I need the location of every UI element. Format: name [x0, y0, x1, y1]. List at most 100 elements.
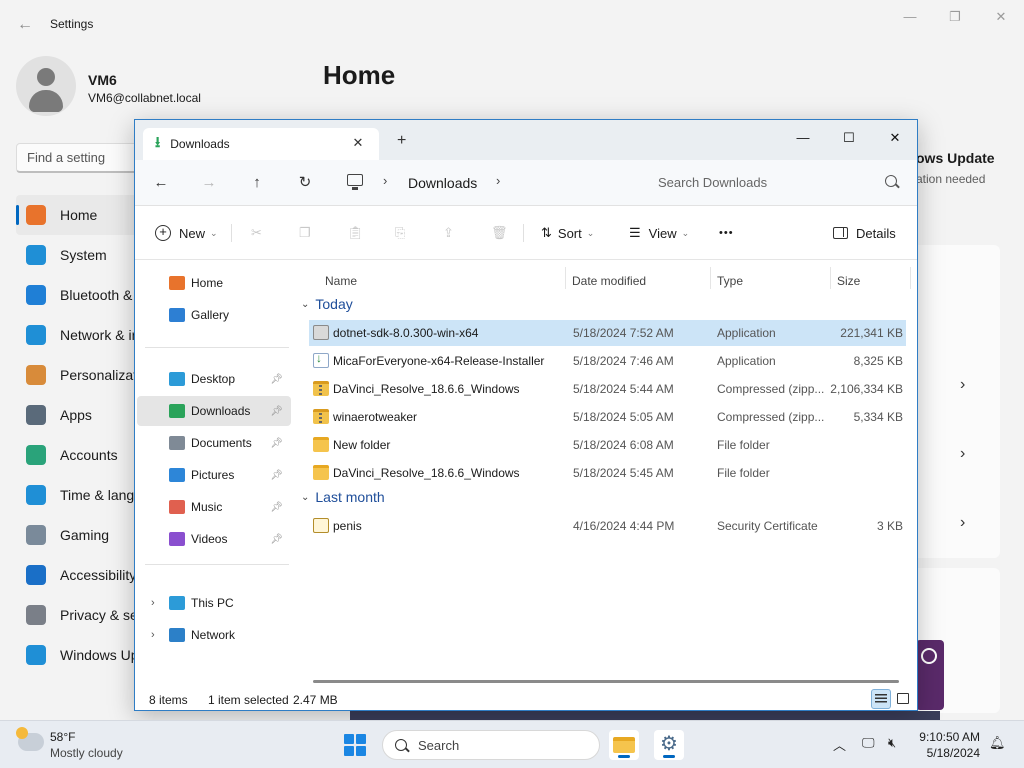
settings-nav-item[interactable]: Time & language: [16, 475, 146, 515]
column-header-date[interactable]: Date modified: [572, 274, 646, 288]
new-button[interactable]: + New ⌄: [155, 222, 218, 244]
wallpaper-thumbnail[interactable]: [916, 640, 944, 710]
column-header-type[interactable]: Type: [717, 274, 743, 288]
volume-muted-icon[interactable]: 🔇︎: [888, 735, 896, 751]
sidebar-item[interactable]: Pictures 📌︎: [137, 460, 291, 490]
share-icon[interactable]: ⇪: [443, 222, 454, 244]
settings-taskbar-button[interactable]: ⚙: [654, 730, 684, 760]
clock-date[interactable]: 5/18/2024: [918, 746, 980, 760]
group-header[interactable]: ⌄ Last month: [301, 489, 385, 505]
sidebar-item[interactable]: Documents 📌︎: [137, 428, 291, 458]
settings-nav-item[interactable]: Accessibility: [16, 555, 146, 595]
settings-nav-item[interactable]: Bluetooth & devices: [16, 275, 146, 315]
breadcrumb-chevron-icon[interactable]: ›: [496, 173, 500, 188]
copy-icon[interactable]: ❐: [299, 222, 311, 244]
file-row[interactable]: penis 4/16/2024 4:44 PM Security Certifica…: [309, 513, 906, 539]
refresh-icon[interactable]: ↻: [293, 172, 317, 194]
settings-search-input[interactable]: Find a setting: [16, 143, 146, 173]
back-arrow-icon[interactable]: ←: [14, 14, 36, 36]
file-row[interactable]: MicaForEveryone-x64-Release-Installer 5/1…: [309, 348, 906, 374]
tiles-view-icon[interactable]: [893, 689, 913, 709]
new-tab-button[interactable]: +: [397, 132, 406, 150]
sidebar-item[interactable]: › This PC: [137, 588, 291, 618]
weather-temperature[interactable]: 58°F: [50, 730, 75, 744]
file-row[interactable]: winaerotweaker 5/18/2024 5:05 AM Compresse…: [309, 404, 906, 430]
start-button[interactable]: [344, 734, 366, 756]
sidebar-item[interactable]: Music 📌︎: [137, 492, 291, 522]
maximize-button[interactable]: ☐: [826, 124, 872, 152]
settings-nav-item[interactable]: Home: [16, 195, 146, 235]
network-status-icon[interactable]: 🖵︎: [862, 735, 875, 751]
settings-nav-item[interactable]: Personalization: [16, 355, 146, 395]
chevron-right-icon[interactable]: ›: [960, 376, 965, 394]
pin-icon[interactable]: 📌︎: [270, 406, 283, 417]
pin-icon[interactable]: 📌︎: [270, 374, 283, 385]
file-row[interactable]: dotnet-sdk-8.0.300-win-x64 5/18/2024 7:52…: [309, 320, 906, 346]
chevron-right-icon[interactable]: ›: [151, 597, 155, 609]
close-button[interactable]: ✕: [872, 124, 917, 152]
rename-icon[interactable]: ⎘: [395, 222, 405, 244]
sidebar-item[interactable]: Home: [137, 268, 291, 298]
cut-icon[interactable]: ✂: [251, 222, 262, 244]
weather-cloudy-icon[interactable]: [16, 727, 44, 751]
settings-nav-item[interactable]: System: [16, 235, 146, 275]
breadcrumb-chevron-icon[interactable]: ›: [383, 173, 387, 188]
pin-icon[interactable]: 📌︎: [270, 438, 283, 449]
sidebar-item[interactable]: Desktop 📌︎: [137, 364, 291, 394]
file-row[interactable]: New folder 5/18/2024 6:08 AM File folder: [309, 432, 906, 458]
column-divider[interactable]: [830, 267, 831, 289]
pin-icon[interactable]: 📌︎: [270, 470, 283, 481]
back-arrow-icon[interactable]: ←: [149, 172, 173, 194]
close-tab-icon[interactable]: ✕: [349, 134, 367, 152]
settings-nav-item[interactable]: Accounts: [16, 435, 146, 475]
view-button[interactable]: ☰ View ⌄: [629, 222, 689, 244]
file-row[interactable]: DaVinci_Resolve_18.6.6_Windows 5/18/2024 …: [309, 376, 906, 402]
chevron-right-icon[interactable]: ›: [151, 629, 155, 641]
settings-nav-item[interactable]: Network & internet: [16, 315, 146, 355]
horizontal-scrollbar[interactable]: [313, 680, 899, 683]
chevron-down-icon[interactable]: ⌄: [301, 492, 309, 503]
sidebar-item[interactable]: Videos 📌︎: [137, 524, 291, 554]
column-header-size[interactable]: Size: [837, 274, 860, 288]
group-header[interactable]: ⌄ Today: [301, 296, 353, 312]
notification-bell-icon[interactable]: 🔔︎: [989, 735, 1006, 751]
file-row[interactable]: DaVinci_Resolve_18.6.6_Windows 5/18/2024 …: [309, 460, 906, 486]
search-input[interactable]: Search Downloads: [643, 168, 909, 198]
sidebar-item[interactable]: Gallery: [137, 300, 291, 330]
column-divider[interactable]: [710, 267, 711, 289]
settings-nav-item[interactable]: Apps: [16, 395, 146, 435]
taskbar-search[interactable]: Search: [382, 730, 600, 760]
column-divider[interactable]: [565, 267, 566, 289]
minimize-button[interactable]: —: [780, 124, 826, 152]
settings-nav-item[interactable]: Windows Update: [16, 635, 146, 675]
paste-icon[interactable]: 📋︎: [347, 222, 364, 244]
sidebar-item[interactable]: › Network: [137, 620, 291, 650]
sidebar-item[interactable]: Downloads 📌︎: [137, 396, 291, 426]
chevron-down-icon[interactable]: ⌄: [301, 299, 309, 310]
more-options-button[interactable]: •••: [719, 222, 734, 244]
weather-condition[interactable]: Mostly cloudy: [50, 746, 123, 760]
tab-downloads[interactable]: ⭳ Downloads ✕: [143, 128, 379, 160]
chevron-right-icon[interactable]: ›: [960, 445, 965, 463]
settings-close-button[interactable]: ✕: [989, 8, 1013, 26]
pin-icon[interactable]: 📌︎: [270, 502, 283, 513]
column-header-name[interactable]: Name: [325, 274, 357, 288]
settings-nav-item[interactable]: Privacy & security: [16, 595, 146, 635]
settings-restore-button[interactable]: ❐: [943, 8, 967, 26]
settings-nav-item[interactable]: Gaming: [16, 515, 146, 555]
pin-icon[interactable]: 📌︎: [270, 534, 283, 545]
chevron-up-icon[interactable]: ︿: [833, 735, 846, 754]
column-divider[interactable]: [910, 267, 911, 289]
chevron-right-icon[interactable]: ›: [960, 514, 965, 532]
details-view-icon[interactable]: [871, 689, 891, 709]
breadcrumb-downloads[interactable]: Downloads: [408, 175, 477, 191]
clock-time[interactable]: 9:10:50 AM: [918, 730, 980, 744]
file-explorer-taskbar-button[interactable]: [609, 730, 639, 760]
forward-arrow-icon[interactable]: →: [197, 172, 221, 194]
sort-button[interactable]: ⇅ Sort ⌄: [541, 222, 594, 244]
user-avatar[interactable]: [16, 56, 76, 116]
this-pc-icon[interactable]: [347, 174, 363, 190]
settings-minimize-button[interactable]: —: [898, 8, 922, 26]
details-button[interactable]: Details: [833, 222, 896, 244]
delete-icon[interactable]: 🗑︎: [491, 222, 508, 244]
